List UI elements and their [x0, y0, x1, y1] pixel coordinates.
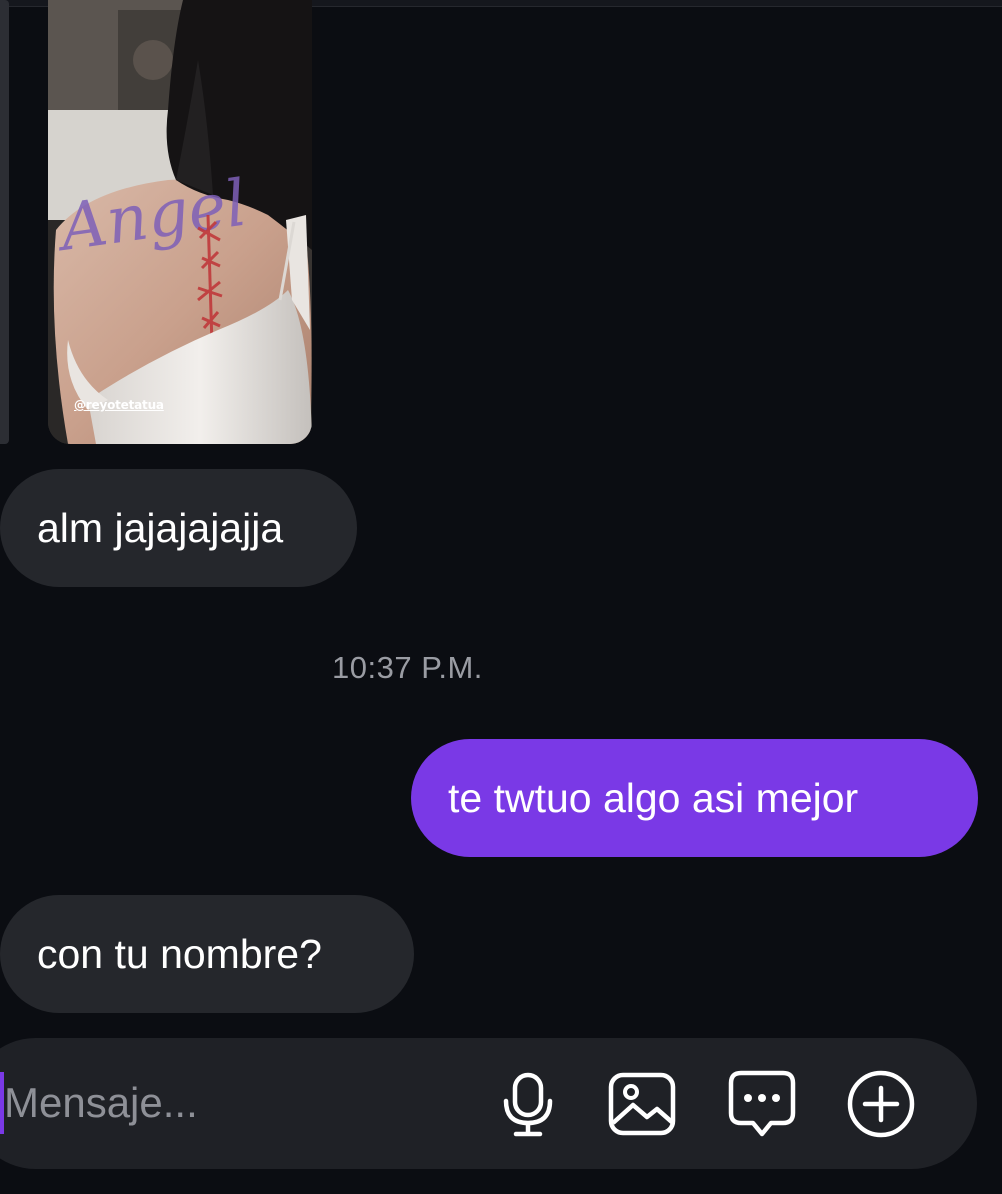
- message-bubble-outgoing[interactable]: te twtuo algo asi mejor: [411, 739, 978, 857]
- reply-indicator-bar: [0, 0, 9, 444]
- message-text: alm jajajajajja: [37, 504, 284, 551]
- chat-screen: Angel @reyotetatua alm jajajajajja 10:37…: [0, 0, 1002, 1194]
- message-bubble-incoming[interactable]: con tu nombre?: [0, 895, 414, 1013]
- photo-watermark: @reyotetatua: [74, 398, 164, 412]
- photo-message[interactable]: Angel @reyotetatua: [48, 0, 312, 444]
- tattoo-photo: Angel: [48, 0, 312, 444]
- message-input[interactable]: [4, 1070, 474, 1136]
- message-bubble-incoming[interactable]: alm jajajajajja: [0, 469, 357, 587]
- plus-circle-icon[interactable]: [845, 1068, 917, 1140]
- message-text: te twtuo algo asi mejor: [448, 774, 859, 821]
- message-icon[interactable]: [726, 1068, 798, 1140]
- message-text: con tu nombre?: [37, 930, 322, 977]
- image-icon[interactable]: [606, 1068, 678, 1140]
- message-timestamp: 10:37 P.M.: [332, 650, 483, 685]
- microphone-icon[interactable]: [492, 1068, 564, 1140]
